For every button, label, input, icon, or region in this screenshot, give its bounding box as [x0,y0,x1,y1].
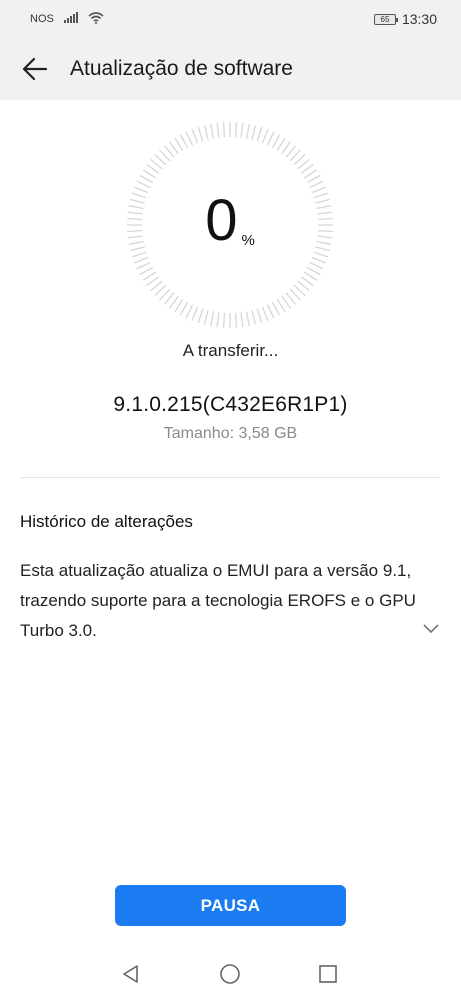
arrow-left-icon [22,57,48,81]
page-title: Atualização de software [70,57,293,80]
triangle-back-icon [123,965,138,983]
progress-unit: % [241,231,255,249]
status-bar: NOS 65 13:30 [0,0,461,38]
pause-button[interactable]: PAUSA [115,885,346,926]
changelog-title: Histórico de alterações [20,512,193,531]
back-button[interactable] [20,54,50,84]
nav-back-button[interactable] [119,962,143,986]
square-recents-icon [319,965,337,983]
status-right: 65 13:30 [373,11,437,27]
battery-level: 65 [380,14,390,24]
navigation-bar [0,950,461,999]
progress-value: 0 [205,188,238,253]
nav-recents-button[interactable] [316,962,340,986]
carrier-label: NOS [30,13,54,25]
divider [20,477,440,478]
changelog-body: Esta atualização atualiza o EMUI para a … [20,561,416,640]
size-label: Tamanho: 3,58 GB [163,425,298,442]
progress-dial: 0 % [125,120,335,330]
clock: 13:30 [401,11,437,27]
percent-display: 0 % [125,120,335,330]
app-header: Atualização de software [0,38,461,100]
chevron-down-icon [423,624,439,634]
version-label: 9.1.0.215(C432E6R1P1) [113,393,348,416]
expand-button[interactable] [421,620,441,638]
battery-icon: 65 [373,13,398,25]
signal-icon [63,12,78,26]
status-left: NOS [30,11,104,27]
nav-home-button[interactable] [218,962,242,986]
circle-home-icon [220,964,240,984]
wifi-icon [88,11,104,27]
download-status: A transferir... [182,341,279,360]
